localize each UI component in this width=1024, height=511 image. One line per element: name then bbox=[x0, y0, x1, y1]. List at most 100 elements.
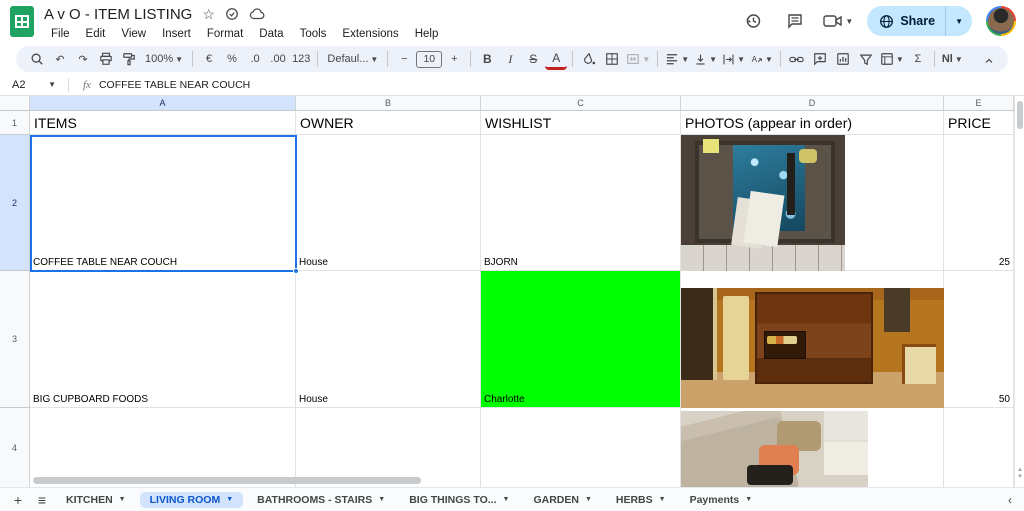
search-menus-button[interactable] bbox=[26, 48, 48, 70]
functions-button[interactable]: Σ bbox=[907, 48, 929, 70]
vertical-scrollbar-track[interactable]: ▲▼ bbox=[1014, 96, 1024, 487]
vertical-scrollbar-thumb[interactable] bbox=[1017, 101, 1023, 129]
row-header-1[interactable]: 1 bbox=[0, 111, 30, 135]
photo-couch[interactable] bbox=[681, 411, 868, 487]
select-all-corner[interactable] bbox=[0, 96, 30, 111]
undo-button[interactable]: ↶ bbox=[49, 48, 71, 70]
horizontal-scrollbar[interactable] bbox=[33, 477, 421, 484]
join-call-control[interactable]: ▼ bbox=[823, 13, 853, 29]
all-sheets-button[interactable]: ≡ bbox=[30, 490, 54, 510]
cell-e3[interactable]: 50 bbox=[944, 271, 1014, 408]
cell-a2-selected[interactable]: COFFEE TABLE NEAR COUCH bbox=[30, 135, 296, 271]
menu-file[interactable]: File bbox=[44, 26, 77, 42]
format-currency-button[interactable]: € bbox=[198, 48, 220, 70]
cell-d1[interactable]: PHOTOS (appear in order) bbox=[681, 111, 944, 135]
share-button[interactable]: Share ▼ bbox=[867, 6, 972, 36]
star-icon[interactable]: ☆ bbox=[202, 7, 215, 21]
collapse-panel-icon[interactable]: ‹ bbox=[1002, 493, 1018, 507]
cell-e1[interactable]: PRICE bbox=[944, 111, 1014, 135]
font-size-input[interactable]: 10 bbox=[416, 51, 442, 68]
insert-comment-button[interactable] bbox=[809, 48, 831, 70]
paint-format-button[interactable] bbox=[118, 48, 140, 70]
merge-cells-button[interactable]: ▼ bbox=[624, 48, 652, 70]
row-header-4[interactable]: 4 bbox=[0, 408, 30, 487]
fill-color-button[interactable] bbox=[578, 48, 600, 70]
cell-b4[interactable] bbox=[296, 408, 481, 487]
column-header-a[interactable]: A bbox=[30, 96, 296, 111]
menu-insert[interactable]: Insert bbox=[155, 26, 198, 42]
cell-a4[interactable] bbox=[30, 408, 296, 487]
text-rotation-button[interactable]: A ▼ bbox=[748, 48, 775, 70]
scroll-arrows[interactable]: ▲▼ bbox=[1015, 467, 1024, 481]
cell-b1[interactable]: OWNER bbox=[296, 111, 481, 135]
account-avatar[interactable] bbox=[986, 6, 1016, 36]
tab-bathrooms-stairs[interactable]: BATHROOMS - STAIRS▼ bbox=[247, 492, 395, 508]
zoom-select[interactable]: 100%▼ bbox=[141, 48, 187, 70]
italic-button[interactable]: I bbox=[499, 48, 521, 70]
formula-input[interactable]: COFFEE TABLE NEAR COUCH bbox=[99, 79, 250, 91]
cell-name-box[interactable]: A2 ▼ bbox=[0, 79, 62, 91]
increase-decimals-button[interactable]: .00 bbox=[267, 48, 289, 70]
tab-kitchen[interactable]: KITCHEN▼ bbox=[56, 492, 136, 508]
menu-edit[interactable]: Edit bbox=[79, 26, 113, 42]
row-header-3[interactable]: 3 bbox=[0, 271, 30, 408]
menu-view[interactable]: View bbox=[114, 26, 153, 42]
tab-big-things[interactable]: BIG THINGS TO...▼ bbox=[399, 492, 519, 508]
borders-button[interactable] bbox=[601, 48, 623, 70]
version-history-icon[interactable] bbox=[739, 7, 767, 35]
insert-link-button[interactable] bbox=[786, 48, 808, 70]
font-select[interactable]: Defaul...▼ bbox=[323, 48, 382, 70]
cell-c2[interactable]: BJORN bbox=[481, 135, 681, 271]
comments-icon[interactable] bbox=[781, 7, 809, 35]
tab-living-room[interactable]: LIVING ROOM▼ bbox=[140, 492, 244, 508]
text-wrap-button[interactable]: ▼ bbox=[720, 48, 747, 70]
menu-extensions[interactable]: Extensions bbox=[335, 26, 405, 42]
column-header-e[interactable]: E bbox=[944, 96, 1014, 111]
increase-font-size-button[interactable]: + bbox=[443, 48, 465, 70]
menu-tools[interactable]: Tools bbox=[293, 26, 334, 42]
menu-format[interactable]: Format bbox=[200, 26, 250, 42]
cloud-saved-icon[interactable] bbox=[249, 7, 265, 21]
bold-button[interactable]: B bbox=[476, 48, 498, 70]
approval-badge-icon[interactable] bbox=[225, 7, 239, 21]
cell-b2[interactable]: House bbox=[296, 135, 481, 271]
cell-e2[interactable]: 25 bbox=[944, 135, 1014, 271]
redo-button[interactable]: ↷ bbox=[72, 48, 94, 70]
vertical-align-button[interactable]: ▼ bbox=[692, 48, 719, 70]
tab-garden[interactable]: GARDEN▼ bbox=[523, 492, 601, 508]
sheets-logo-icon[interactable] bbox=[10, 6, 34, 37]
share-dropdown-icon[interactable]: ▼ bbox=[946, 17, 972, 26]
format-percent-button[interactable]: % bbox=[221, 48, 243, 70]
column-header-d[interactable]: D bbox=[681, 96, 944, 111]
decrease-decimals-button[interactable]: .0 bbox=[244, 48, 266, 70]
horizontal-align-button[interactable]: ▼ bbox=[663, 48, 691, 70]
cell-a3[interactable]: BIG CUPBOARD FOODS bbox=[30, 271, 296, 408]
cell-c1[interactable]: WISHLIST bbox=[481, 111, 681, 135]
cell-b3[interactable]: House bbox=[296, 271, 481, 408]
filter-views-button[interactable]: ▼ bbox=[878, 48, 906, 70]
insert-chart-button[interactable] bbox=[832, 48, 854, 70]
photo-big-cupboard[interactable] bbox=[681, 288, 944, 408]
cell-c4[interactable] bbox=[481, 408, 681, 487]
create-filter-button[interactable] bbox=[855, 48, 877, 70]
column-header-b[interactable]: B bbox=[296, 96, 481, 111]
menu-data[interactable]: Data bbox=[252, 26, 290, 42]
more-formats-button[interactable]: 123 bbox=[290, 48, 312, 70]
cell-c3-green[interactable]: Charlotte bbox=[481, 271, 681, 408]
cell-e4[interactable] bbox=[944, 408, 1014, 487]
tab-payments[interactable]: Payments▼ bbox=[680, 492, 763, 508]
photo-coffee-table[interactable] bbox=[681, 135, 845, 271]
cell-a1[interactable]: ITEMS bbox=[30, 111, 296, 135]
menu-help[interactable]: Help bbox=[408, 26, 446, 42]
text-color-button[interactable]: A bbox=[545, 48, 567, 70]
strikethrough-button[interactable]: S bbox=[522, 48, 544, 70]
decrease-font-size-button[interactable]: − bbox=[393, 48, 415, 70]
print-button[interactable] bbox=[95, 48, 117, 70]
row-header-2[interactable]: 2 bbox=[0, 135, 30, 271]
hide-menus-button[interactable] bbox=[978, 50, 1000, 72]
column-header-c[interactable]: C bbox=[481, 96, 681, 111]
extension-nl-button[interactable]: Nl ▼ bbox=[940, 48, 965, 70]
add-sheet-button[interactable]: + bbox=[6, 490, 30, 510]
document-title[interactable]: A v O - ITEM LISTING bbox=[44, 6, 192, 23]
tab-herbs[interactable]: HERBS▼ bbox=[606, 492, 676, 508]
